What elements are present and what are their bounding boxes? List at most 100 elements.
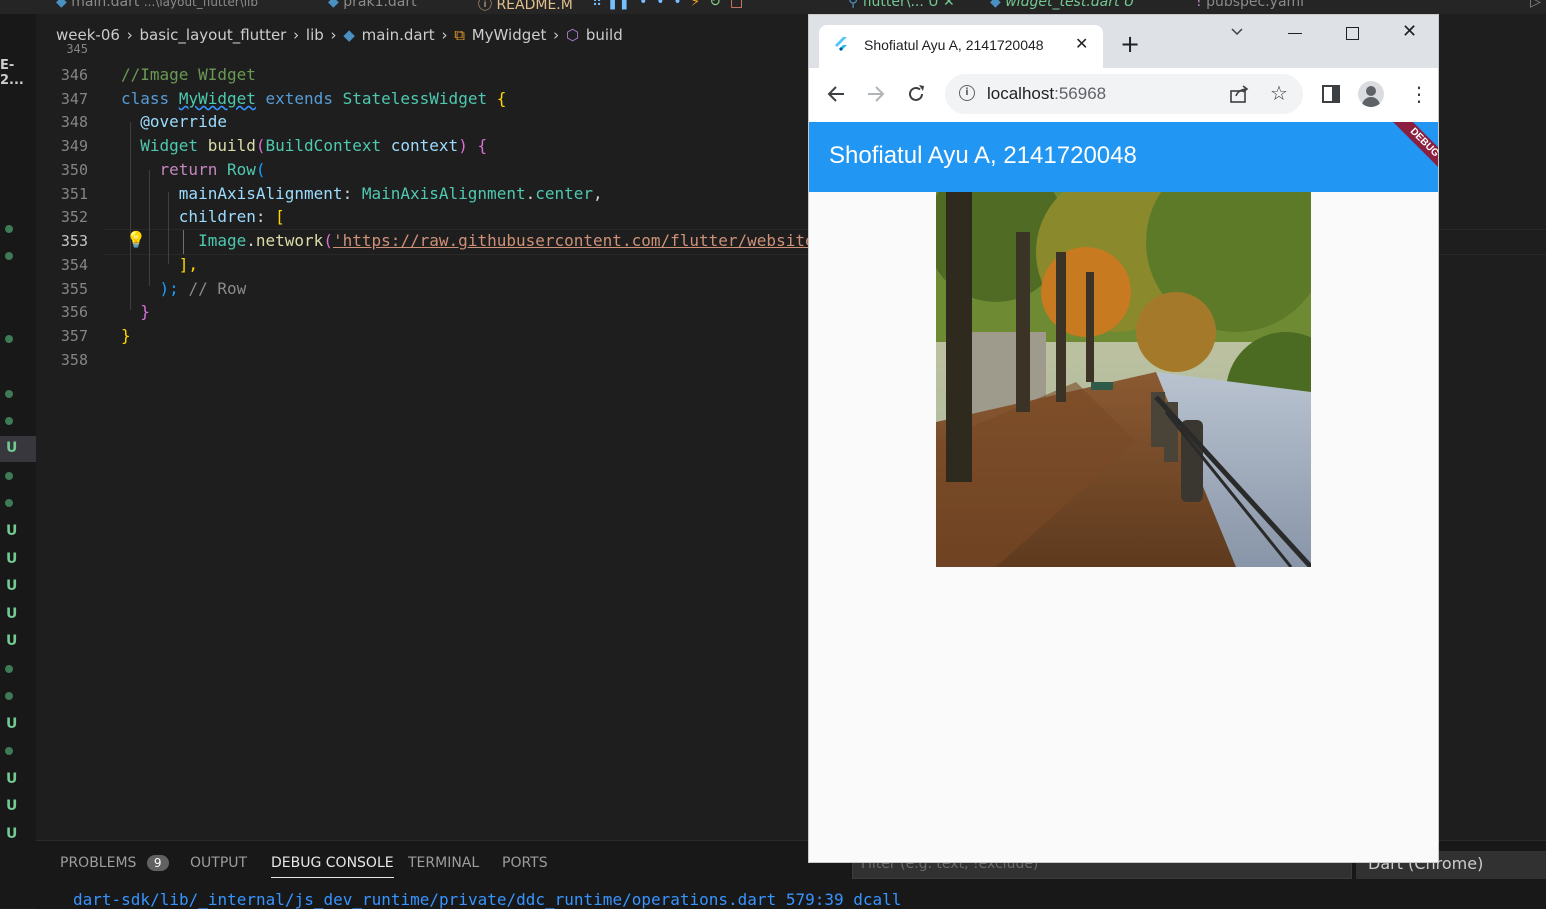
browser-window: Shofiatul Ayu A, 2141720048 ✕ + ✕ i loca… [809, 15, 1438, 862]
line-number: 354 [60, 256, 88, 274]
chevron-right-icon: › [441, 26, 448, 44]
code-paren: ); [159, 279, 179, 298]
breadcrumb-item[interactable]: MyWidget [472, 26, 547, 44]
debug-banner: DEBUG [1380, 122, 1438, 187]
chevron-right-icon: › [330, 26, 337, 44]
code-keyword: return [159, 160, 218, 179]
breadcrumb-item[interactable]: main.dart [362, 26, 435, 44]
scm-dot [5, 692, 13, 700]
sidebar-label: E-2... [0, 58, 24, 88]
new-tab-icon[interactable]: + [1120, 32, 1140, 56]
breadcrumb-item[interactable]: build [586, 26, 623, 44]
tab-problems[interactable]: PROBLEMS 9 [60, 855, 169, 871]
line-number: 350 [60, 161, 88, 179]
code-brace: { [496, 89, 507, 108]
address-bar[interactable]: i localhost:56968 ☆ [945, 74, 1303, 114]
line-number: 351 [60, 185, 88, 203]
line-number: 358 [60, 351, 88, 369]
close-window-icon[interactable]: ✕ [1402, 21, 1417, 42]
code-type: StatelessWidget [342, 89, 488, 108]
editor-tab-widget-test[interactable]: ◆ widget_test.dart U [990, 0, 1134, 10]
chevron-right-icon: › [553, 26, 560, 44]
scm-dot [5, 252, 13, 260]
line-number: 349 [60, 137, 88, 155]
tab-terminal[interactable]: TERMINAL [408, 855, 479, 871]
editor-tab-strip: ◆ main.dart ...\layout_flutter\lib ◆ pra… [0, 0, 1546, 14]
explorer-strip: E-2... U U U U U U U U U U [0, 14, 36, 908]
line-number-current: 353 [60, 232, 88, 250]
editor-tab-readme[interactable]: ⓘ README.M [478, 0, 573, 14]
scm-dot [5, 747, 13, 755]
code-class-name: MyWidget [178, 89, 256, 108]
code-type: MainAxisAlignment [361, 184, 526, 203]
code-param: mainAxisAlignment [178, 184, 343, 203]
site-info-icon[interactable]: i [959, 85, 975, 101]
scm-dot [5, 499, 13, 507]
tab-search-icon[interactable] [1229, 23, 1245, 43]
breadcrumb-item[interactable]: basic_layout_flutter [139, 26, 286, 44]
code-type: BuildContext [265, 136, 382, 155]
code-keyword: class [121, 89, 170, 108]
browser-tab[interactable]: Shofiatul Ayu A, 2141720048 ✕ [819, 25, 1103, 68]
scm-dot [5, 665, 13, 673]
reload-icon[interactable] [905, 83, 927, 109]
code-type: Image [198, 231, 247, 250]
menu-kebab-icon[interactable]: ⋮ [1409, 81, 1429, 107]
back-icon[interactable] [825, 83, 847, 109]
line-number: 346 [60, 66, 88, 84]
run-icon[interactable]: ▷ [1530, 0, 1541, 10]
editor-tab-pubspec[interactable]: ! pubspec.yaml [1196, 0, 1304, 10]
chevron-right-icon: › [126, 26, 133, 44]
code-param: context [390, 136, 459, 155]
flutter-favicon-icon [833, 37, 849, 53]
debug-toolbar: ⠿ ❚❚ • • • ⚡ ↻ □ [592, 0, 744, 10]
class-icon: ⧉ [454, 26, 465, 44]
console-stack-line[interactable]: dart-sdk/lib/_internal/js_dev_runtime/pr… [73, 890, 901, 909]
scm-dot [5, 472, 13, 480]
editor-tab-flutter[interactable]: ⚲ flutter\... U ✕ [848, 0, 955, 10]
code-type: Widget [140, 136, 199, 155]
code-annotation: @override [140, 112, 227, 131]
line-number: 357 [60, 327, 88, 345]
share-icon[interactable] [1229, 84, 1249, 108]
dart-file-icon: ◆ [343, 26, 355, 44]
code-brace: } [140, 302, 150, 321]
code-type: Row [226, 160, 256, 179]
bookmark-star-icon[interactable]: ☆ [1270, 81, 1288, 105]
code-string[interactable]: 'https://raw.githubusercontent.com/flutt… [333, 231, 815, 250]
code-comment: //Image WIdget [121, 65, 256, 84]
scm-dot [5, 417, 13, 425]
line-number: 352 [60, 208, 88, 226]
profile-avatar-icon[interactable] [1358, 81, 1384, 107]
editor-tab-prak1[interactable]: ◆ prak1.dart [328, 0, 417, 10]
scm-dot [5, 225, 13, 233]
tab-ports[interactable]: PORTS [502, 855, 548, 871]
app-body [809, 192, 1438, 862]
line-number: 348 [60, 113, 88, 131]
app-bar: Shofiatul Ayu A, 2141720048 DEBUG [809, 122, 1438, 192]
code-param: children [178, 207, 256, 226]
minimize-icon[interactable] [1288, 33, 1302, 34]
breadcrumb-item[interactable]: lib [306, 26, 324, 44]
breadcrumb: week-06 › basic_layout_flutter › lib › ◆… [36, 26, 816, 48]
tab-output[interactable]: OUTPUT [190, 855, 247, 871]
code-keyword: extends [265, 89, 333, 108]
browser-tab-title: Shofiatul Ayu A, 2141720048 [864, 37, 1044, 53]
side-panel-icon[interactable] [1322, 85, 1340, 103]
code-brace: } [121, 326, 131, 345]
line-number: 347 [60, 90, 88, 108]
network-image [936, 192, 1311, 567]
code-value: center [535, 184, 594, 203]
problems-count-badge: 9 [146, 855, 169, 871]
editor-tab-main-dart[interactable]: ◆ main.dart ...\layout_flutter\lib [56, 0, 258, 10]
maximize-icon[interactable] [1346, 27, 1359, 40]
browser-toolbar: i localhost:56968 ☆ ⋮ [809, 68, 1438, 123]
forward-icon[interactable] [865, 83, 887, 109]
url-text: localhost:56968 [987, 84, 1107, 103]
line-number: 356 [60, 303, 88, 321]
browser-title-bar: Shofiatul Ayu A, 2141720048 ✕ + ✕ [809, 15, 1438, 68]
close-tab-icon[interactable]: ✕ [1075, 34, 1088, 53]
scm-dot [5, 390, 13, 398]
tab-debug-console[interactable]: DEBUG CONSOLE [271, 855, 394, 878]
chevron-right-icon: › [293, 26, 300, 44]
